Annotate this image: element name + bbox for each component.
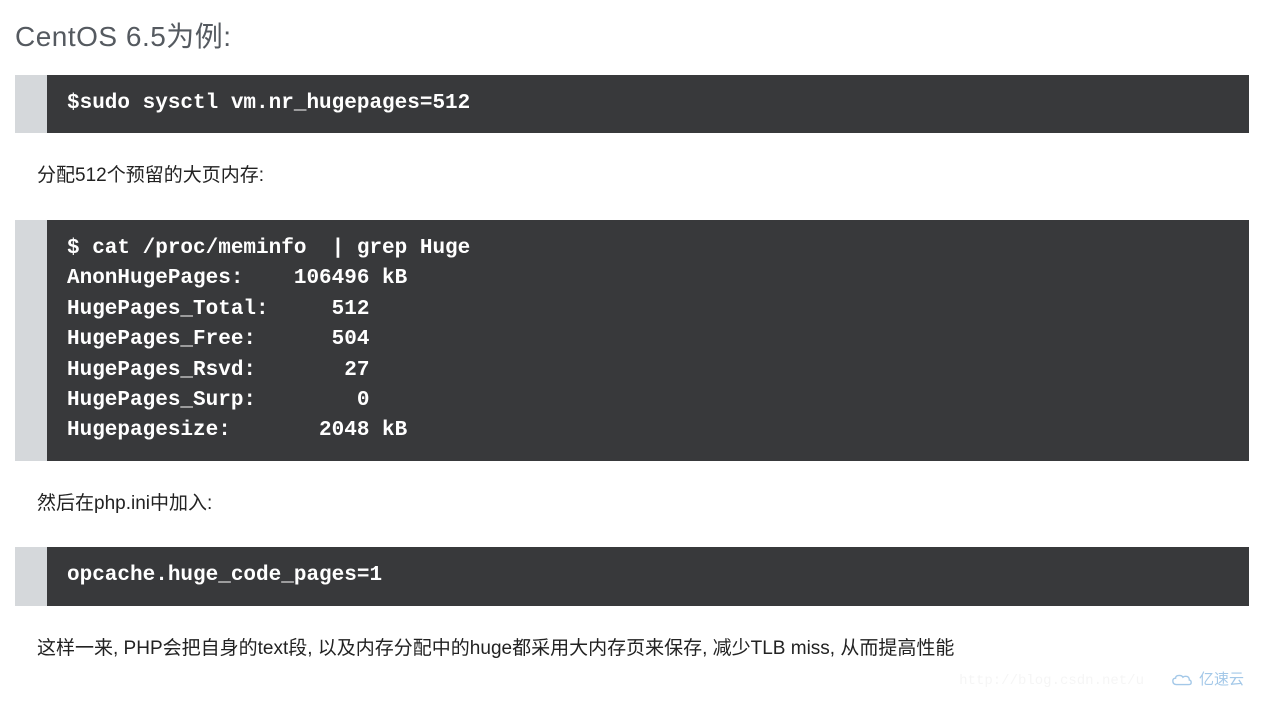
- code-block-sysctl: $sudo sysctl vm.nr_hugepages=512: [15, 75, 1249, 133]
- watermark-url: http://blog.csdn.net/u: [959, 673, 1144, 689]
- watermark-brand: 亿速云: [1171, 668, 1244, 689]
- cloud-icon: [1171, 672, 1193, 686]
- paragraph-allocate: 分配512个预留的大页内存:: [37, 161, 1249, 191]
- code-block-meminfo: $ cat /proc/meminfo | grep Huge AnonHuge…: [15, 220, 1249, 461]
- paragraph-phpini: 然后在php.ini中加入:: [37, 489, 1249, 519]
- page-heading: CentOS 6.5为例:: [15, 15, 1249, 55]
- watermark-text: 亿速云: [1199, 668, 1244, 689]
- code-block-opcache: opcache.huge_code_pages=1: [15, 547, 1249, 605]
- paragraph-conclusion: 这样一来, PHP会把自身的text段, 以及内存分配中的huge都采用大内存页…: [37, 634, 1249, 664]
